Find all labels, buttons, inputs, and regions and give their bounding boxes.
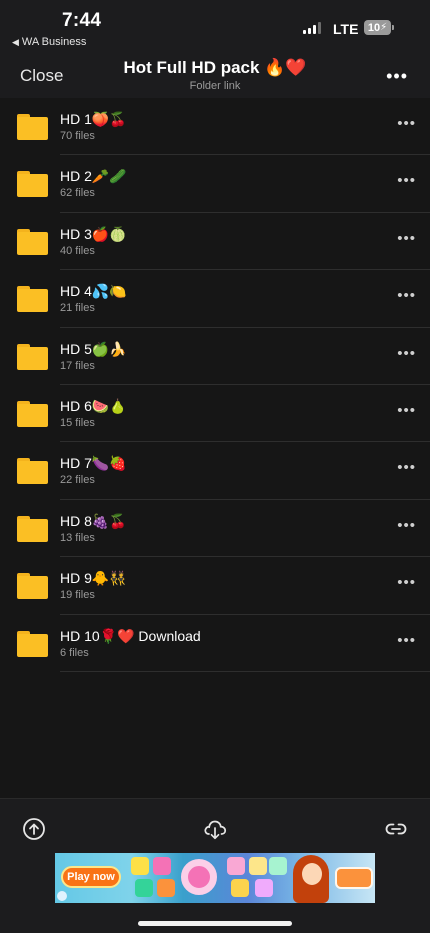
page-title: Hot Full HD pack 🔥❤️ (123, 58, 307, 77)
folder-icon (17, 343, 48, 370)
battery-icon: 10 ⚡ (364, 20, 391, 35)
folder-row[interactable]: HD 2🥕🥒 62 files ••• (0, 155, 430, 213)
folder-icon (17, 286, 48, 313)
ad-game-tile (157, 879, 175, 897)
folder-icon (17, 114, 48, 140)
network-label: LTE (333, 21, 359, 37)
folder-icon (17, 515, 48, 542)
more-options-icon[interactable]: ••• (397, 172, 416, 189)
folder-row[interactable]: HD 5🍏🍌 17 files ••• (0, 328, 430, 385)
battery-tip (392, 25, 394, 30)
signal-icon (303, 22, 321, 34)
folder-name: HD 3🍎🍈 (60, 225, 127, 242)
folder-file-count: 19 files (60, 589, 95, 602)
status-time: 7:44 (62, 10, 102, 31)
more-options-icon[interactable]: ••• (397, 345, 416, 362)
nav-header: Close Hot Full HD pack 🔥❤️ Folder link •… (0, 52, 430, 98)
more-options-icon[interactable]: ••• (397, 402, 416, 419)
divider (60, 670, 430, 672)
folder-icon (17, 630, 48, 657)
ad-play-button[interactable]: Play now (61, 866, 121, 888)
folder-list: HD 1🍑🍒 70 files ••• HD 2🥕🥒 62 files ••• … (0, 98, 430, 798)
ad-game-tile (153, 857, 171, 875)
folder-file-count: 6 files (60, 646, 89, 659)
more-options-icon[interactable]: ••• (397, 574, 416, 591)
back-arrow-icon: ◀ (12, 36, 19, 47)
folder-icon (17, 228, 48, 255)
folder-row[interactable]: HD 3🍎🍈 40 files ••• (0, 213, 430, 271)
folder-file-count: 40 files (60, 244, 95, 257)
folder-name: HD 4💦🍋 (60, 283, 127, 300)
ad-game-tile (135, 879, 153, 897)
more-options-icon[interactable]: ••• (386, 66, 408, 87)
folder-name: HD 9🐥👯 (60, 570, 127, 587)
status-bar: 7:44 ◀ WA Business LTE 10 ⚡ (0, 0, 430, 52)
ad-game-tile (255, 879, 273, 897)
folder-name: HD 2🥕🥒 (60, 168, 127, 185)
ad-game-tile (131, 857, 149, 875)
ad-donut-image (181, 859, 217, 895)
link-icon[interactable] (383, 816, 409, 842)
folder-file-count: 22 files (60, 474, 95, 487)
ad-game-tile (231, 879, 249, 897)
more-options-icon[interactable]: ••• (397, 459, 416, 476)
ad-game-tile (249, 857, 267, 875)
back-app-label: WA Business (21, 36, 87, 48)
folder-row[interactable]: HD 8🍇🍒 13 files ••• (0, 500, 430, 558)
upload-cloud-icon[interactable] (21, 816, 47, 842)
more-options-icon[interactable]: ••• (397, 287, 416, 304)
folder-icon (17, 458, 48, 485)
folder-icon (17, 171, 48, 198)
ad-game-tile (227, 857, 245, 875)
page-subtitle: Folder link (189, 80, 241, 92)
folder-icon (17, 401, 48, 427)
folder-name: HD 1🍑🍒 (60, 111, 127, 127)
folder-file-count: 17 files (60, 359, 95, 372)
folder-icon (17, 573, 48, 600)
more-options-icon[interactable]: ••• (397, 115, 416, 132)
folder-row[interactable]: HD 4💦🍋 21 files ••• (0, 270, 430, 328)
folder-name: HD 8🍇🍒 (60, 512, 127, 529)
folder-name: HD 10🌹❤️ Download (60, 627, 201, 644)
ad-game-logo (335, 867, 373, 889)
ad-info-icon[interactable] (57, 891, 67, 901)
folder-name: HD 7🍆🍓 (60, 455, 127, 472)
folder-name: HD 5🍏🍌 (60, 340, 127, 357)
more-options-icon[interactable]: ••• (397, 632, 416, 649)
battery-level: 10 (367, 21, 381, 34)
folder-file-count: 15 files (60, 417, 95, 429)
ad-character-face (302, 863, 322, 885)
folder-file-count: 70 files (60, 130, 95, 142)
folder-row[interactable]: HD 10🌹❤️ Download 6 files ••• (0, 615, 430, 672)
folder-row[interactable]: HD 9🐥👯 19 files ••• (0, 557, 430, 615)
folder-name: HD 6🍉🍐 (60, 398, 127, 414)
folder-file-count: 13 files (60, 531, 95, 544)
more-options-icon[interactable]: ••• (397, 230, 416, 247)
ad-game-tile (269, 857, 287, 875)
back-to-app-link[interactable]: ◀ WA Business (12, 36, 86, 48)
ad-banner[interactable]: Play now (55, 853, 375, 903)
folder-row[interactable]: HD 6🍉🍐 15 files ••• (0, 385, 430, 443)
download-cloud-icon[interactable] (202, 816, 228, 842)
folder-row[interactable]: HD 1🍑🍒 70 files ••• (0, 98, 430, 156)
folder-row[interactable]: HD 7🍆🍓 22 files ••• (0, 442, 430, 500)
more-options-icon[interactable]: ••• (397, 517, 416, 534)
bottom-toolbar: Play now (0, 798, 430, 933)
folder-file-count: 21 files (60, 302, 95, 315)
folder-file-count: 62 files (60, 187, 95, 200)
home-indicator[interactable] (138, 921, 292, 926)
